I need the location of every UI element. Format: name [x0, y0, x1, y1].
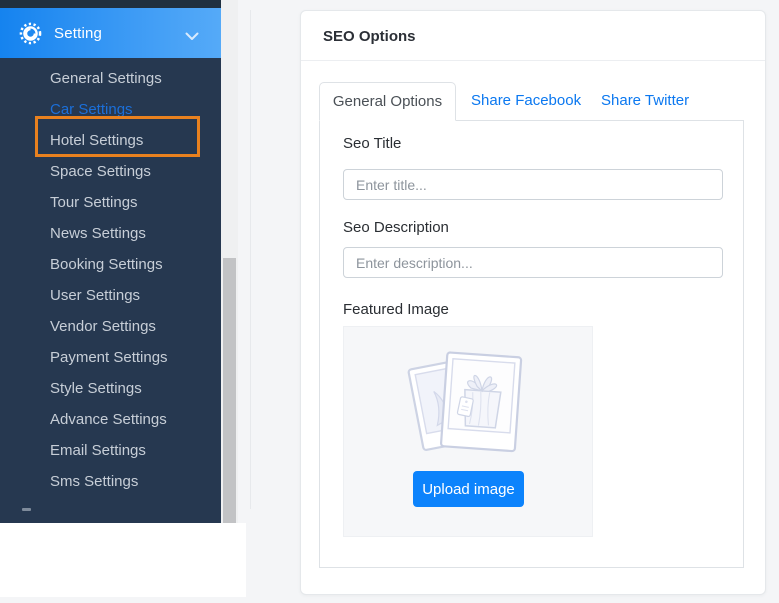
seo-title-label: Seo Title: [343, 135, 401, 152]
content-divider: [250, 10, 251, 509]
upload-image-button[interactable]: Upload image: [413, 471, 524, 507]
chevron-down-icon: [185, 28, 199, 46]
sidebar-item-sms-settings[interactable]: Sms Settings: [0, 466, 221, 497]
sidebar-item-booking-settings[interactable]: Booking Settings: [0, 249, 221, 280]
sidebar-item-advance-settings[interactable]: Advance Settings: [0, 404, 221, 435]
image-placeholder-icon: [402, 347, 534, 464]
collapse-dash: [22, 508, 31, 511]
sidebar-header-label: Setting: [54, 25, 102, 42]
featured-image-panel: Upload image: [343, 326, 593, 537]
tab-share-facebook[interactable]: Share Facebook: [471, 82, 581, 121]
sidebar-item-email-settings[interactable]: Email Settings: [0, 435, 221, 466]
sidebar-item-user-settings[interactable]: User Settings: [0, 280, 221, 311]
seo-options-card: SEO Options General Options Share Facebo…: [300, 10, 766, 595]
tab-share-twitter[interactable]: Share Twitter: [601, 82, 689, 121]
sidebar-item-space-settings[interactable]: Space Settings: [0, 156, 221, 187]
sidebar-top-strip: [0, 0, 221, 8]
sidebar-item-general-settings[interactable]: General Settings: [0, 63, 221, 94]
seo-description-label: Seo Description: [343, 219, 449, 236]
settings-sidebar: Setting General Settings Car Settings Ho…: [0, 0, 221, 523]
sidebar-scrollbar-track[interactable]: [221, 0, 238, 523]
sidebar-item-hotel-settings[interactable]: Hotel Settings: [0, 125, 221, 156]
sidebar-item-style-settings[interactable]: Style Settings: [0, 373, 221, 404]
sidebar-item-payment-settings[interactable]: Payment Settings: [0, 342, 221, 373]
sidebar-header-setting[interactable]: Setting: [0, 8, 221, 58]
seo-description-input[interactable]: [343, 247, 723, 278]
sidebar-item-tour-settings[interactable]: Tour Settings: [0, 187, 221, 218]
seo-title-input[interactable]: [343, 169, 723, 200]
sidebar-item-news-settings[interactable]: News Settings: [0, 218, 221, 249]
card-header: SEO Options: [301, 11, 765, 61]
tab-general-options[interactable]: General Options: [319, 82, 456, 121]
sidebar-scrollbar-thumb[interactable]: [223, 258, 236, 523]
app-window: Setting General Settings Car Settings Ho…: [0, 0, 779, 603]
background-block: [0, 523, 246, 597]
sidebar-menu: General Settings Car Settings Hotel Sett…: [0, 63, 221, 497]
page-title: SEO Options: [323, 28, 416, 45]
general-options-tab-panel: Seo Title Seo Description Featured Image: [319, 120, 744, 568]
gear-icon: [18, 21, 42, 45]
sidebar-item-car-settings[interactable]: Car Settings: [0, 94, 221, 125]
sidebar-item-vendor-settings[interactable]: Vendor Settings: [0, 311, 221, 342]
featured-image-label: Featured Image: [343, 301, 449, 318]
